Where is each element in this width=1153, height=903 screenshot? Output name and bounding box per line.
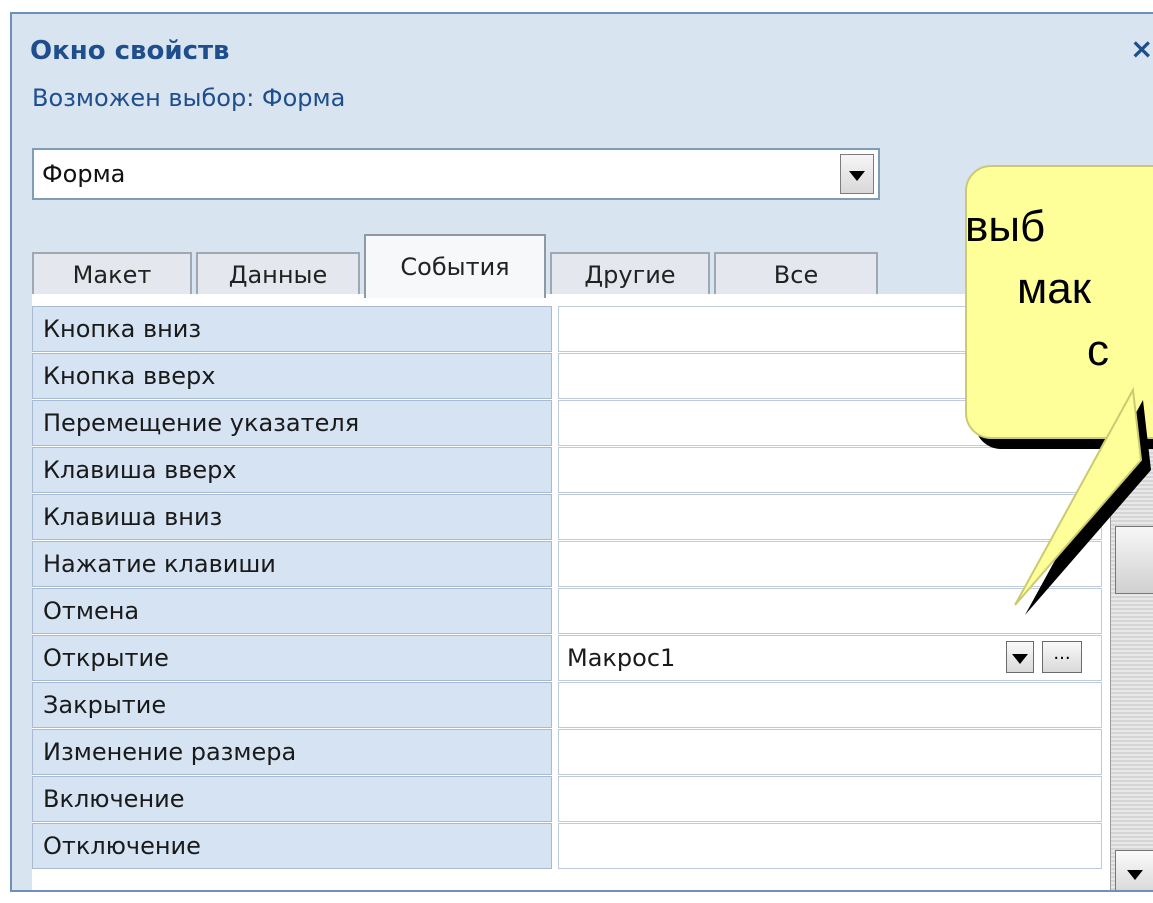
chevron-down-icon[interactable] bbox=[840, 154, 874, 194]
callout-line-1: выб bbox=[965, 202, 1046, 251]
chevron-down-icon[interactable] bbox=[1115, 850, 1153, 890]
selection-label: Возможен выбор: Форма bbox=[32, 84, 346, 112]
property-value[interactable] bbox=[558, 729, 1102, 775]
property-row: Включение bbox=[32, 776, 1102, 823]
callout-pointer bbox=[1014, 386, 1151, 615]
property-label: Кнопка вниз bbox=[32, 306, 552, 352]
builder-button[interactable]: ... bbox=[1042, 641, 1082, 673]
property-value[interactable] bbox=[558, 776, 1102, 822]
tab-data[interactable]: Данные bbox=[196, 252, 360, 296]
property-row: Кнопка вниз bbox=[32, 306, 1102, 353]
property-label: Включение bbox=[32, 776, 552, 822]
tab-bar: Макет Данные События Другие Все bbox=[32, 234, 912, 298]
object-selector-combo[interactable]: Форма bbox=[32, 148, 880, 200]
property-label: Кнопка вверх bbox=[32, 353, 552, 399]
property-row: Клавиша вниз bbox=[32, 494, 1102, 541]
property-label: Отключение bbox=[32, 823, 552, 869]
property-row: Изменение размера bbox=[32, 729, 1102, 776]
property-row: Открытие Макрос1 ... bbox=[32, 635, 1102, 682]
property-label: Закрытие bbox=[32, 682, 552, 728]
property-label: Клавиша вверх bbox=[32, 447, 552, 493]
tab-layout[interactable]: Макет bbox=[32, 252, 192, 296]
property-label: Перемещение указателя bbox=[32, 400, 552, 446]
object-selector-value: Форма bbox=[42, 160, 126, 188]
property-label: Изменение размера bbox=[32, 729, 552, 775]
property-row: Отмена bbox=[32, 588, 1102, 635]
property-row: Отключение bbox=[32, 823, 1102, 870]
property-row: Перемещение указателя bbox=[32, 400, 1102, 447]
property-label: Клавиша вниз bbox=[32, 494, 552, 540]
property-row: Клавиша вверх bbox=[32, 447, 1102, 494]
property-row: Нажатие клавиши bbox=[32, 541, 1102, 588]
window-title: Окно свойств bbox=[30, 36, 230, 66]
close-icon[interactable]: × bbox=[1130, 32, 1153, 65]
property-label: Открытие bbox=[32, 635, 552, 681]
property-label: Отмена bbox=[32, 588, 552, 634]
property-row: Закрытие bbox=[32, 682, 1102, 729]
property-row: Кнопка вверх bbox=[32, 353, 1102, 400]
chevron-down-icon[interactable] bbox=[1006, 641, 1034, 673]
callout-line-2: мак bbox=[1017, 264, 1091, 313]
tab-other[interactable]: Другие bbox=[550, 252, 710, 296]
property-value[interactable] bbox=[558, 823, 1102, 869]
property-value[interactable] bbox=[558, 682, 1102, 728]
properties-window: Окно свойств × Возможен выбор: Форма Фор… bbox=[10, 12, 1153, 892]
property-label: Нажатие клавиши bbox=[32, 541, 552, 587]
tab-events[interactable]: События bbox=[364, 234, 546, 298]
tab-all[interactable]: Все bbox=[714, 252, 878, 296]
